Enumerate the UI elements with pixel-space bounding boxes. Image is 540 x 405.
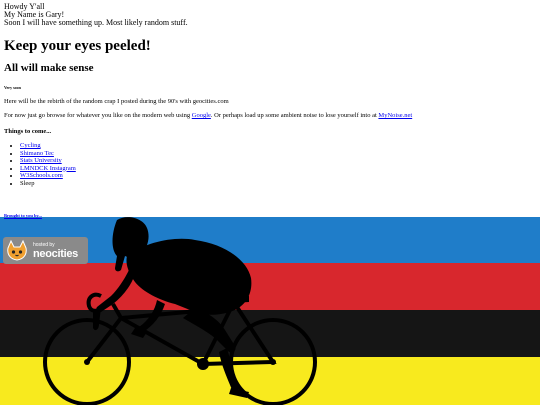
neocities-cat-icon [7, 239, 27, 261]
page-subtitle: All will make sense [4, 62, 94, 74]
greeting: Howdy Y'all [4, 2, 45, 11]
browse-middle: . Or perhaps load up some ambient noise … [210, 112, 379, 119]
page-title: Keep your eyes peeled! [4, 38, 151, 54]
intro: Howdy Y'all My Name is Gary! Soon I will… [4, 3, 534, 27]
cycling-link[interactable]: Cycling [20, 142, 41, 149]
things-heading: Things to come... [4, 128, 52, 135]
list-item[interactable]: W3Schools.com [20, 172, 534, 180]
browse-prefix: For now just go browse for whatever you … [4, 112, 192, 119]
shimano-link[interactable]: Shimano Tec [20, 150, 54, 157]
lmndck-instagram-link[interactable]: LMNDCK Instagram [20, 165, 76, 172]
stats-university-link[interactable]: Stats University [20, 157, 62, 164]
sleep-item: Sleep [20, 179, 35, 187]
w3schools-link[interactable]: W3Schools.com [20, 172, 63, 179]
list-item[interactable]: Cycling [20, 142, 534, 150]
list-item[interactable]: Stats University [20, 157, 534, 165]
rebirth-paragraph: Here will be the rebirth of the random c… [4, 98, 229, 105]
neocities-badge[interactable]: hosted by neocities [3, 237, 88, 264]
mynoise-link[interactable]: MyNoise.net [378, 112, 412, 119]
browse-paragraph: For now just go browse for whatever you … [4, 111, 534, 120]
things-list: Cycling Shimano Tec Stats University LMN… [4, 142, 534, 187]
list-item[interactable]: LMNDCK Instagram [20, 165, 534, 173]
list-item: Sleep [20, 180, 534, 188]
google-link[interactable]: Google [192, 112, 211, 119]
badge-neocities: neocities [33, 247, 78, 260]
tiny-heading: Very soon [4, 85, 21, 90]
soon-line: Soon I will have something up. Most like… [4, 18, 188, 27]
badge-text: hosted by neocities [33, 242, 78, 260]
page-content: Howdy Y'all My Name is Gary! Soon I will… [4, 3, 534, 187]
list-item[interactable]: Shimano Tec [20, 150, 534, 158]
